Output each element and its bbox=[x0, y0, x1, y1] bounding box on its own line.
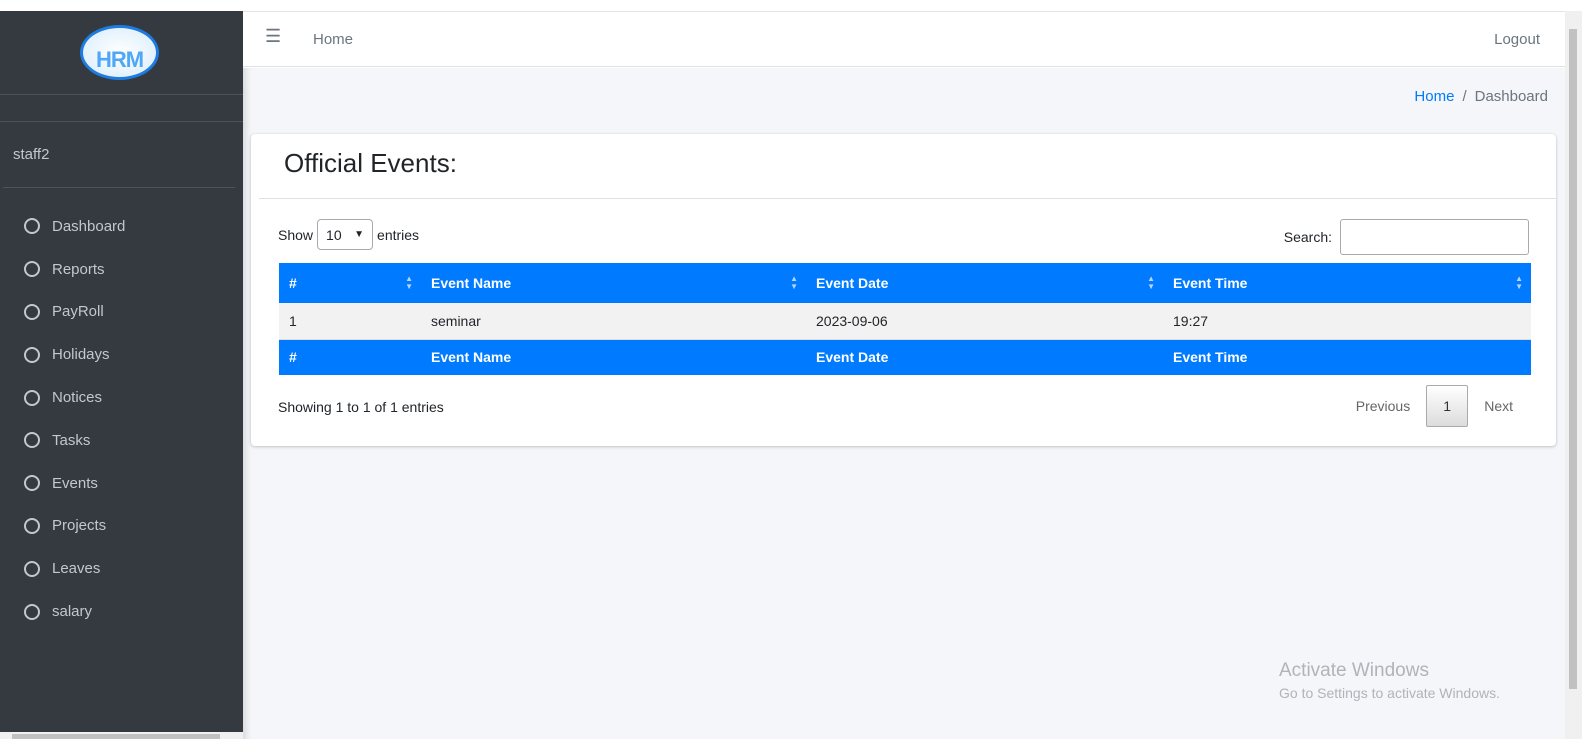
pagination: Previous 1 Next bbox=[1340, 385, 1529, 427]
circle-icon bbox=[24, 517, 40, 534]
table-footer-row: # Event Name Event Date Event Time bbox=[279, 339, 1531, 375]
header-label: # bbox=[289, 275, 297, 291]
column-header-event-name[interactable]: Event Name ▲ ▼ bbox=[421, 263, 806, 303]
footer-event-name: Event Name bbox=[421, 339, 806, 375]
sidebar-nav: Dashboard Reports PayRoll Holidays Notic… bbox=[0, 205, 243, 633]
next-button[interactable]: Next bbox=[1468, 398, 1529, 414]
watermark-title: Activate Windows bbox=[1279, 660, 1429, 681]
page-1-button[interactable]: 1 bbox=[1426, 385, 1469, 427]
column-header-number[interactable]: # ▲ ▼ bbox=[279, 263, 421, 303]
sidebar-item-label: Holidays bbox=[52, 346, 110, 364]
sidebar-item-payroll[interactable]: PayRoll bbox=[0, 291, 243, 334]
cell-number: 1 bbox=[279, 303, 421, 340]
table-row: 1 seminar 2023-09-06 19:27 bbox=[279, 303, 1531, 340]
breadcrumb-separator: / bbox=[1462, 88, 1467, 105]
sidebar-item-label: Notices bbox=[52, 389, 103, 407]
sort-icon: ▲ ▼ bbox=[405, 274, 413, 291]
main-content: Home / Dashboard Official Events: Show 10 ▼… bbox=[243, 68, 1565, 739]
entries-value: 10 bbox=[326, 226, 342, 243]
sidebar-item-label: Reports bbox=[52, 260, 105, 278]
footer-event-time: Event Time bbox=[1163, 339, 1531, 375]
sidebar-item-dashboard[interactable]: Dashboard bbox=[0, 205, 243, 248]
sort-icon: ▲ ▼ bbox=[1147, 274, 1155, 291]
header-label: Event Name bbox=[431, 275, 512, 291]
circle-icon bbox=[24, 560, 40, 577]
circle-icon bbox=[24, 603, 40, 620]
circle-icon bbox=[24, 218, 40, 235]
circle-icon bbox=[24, 389, 40, 406]
circle-icon bbox=[24, 346, 40, 363]
top-navbar: ☰ Home Logout bbox=[243, 11, 1565, 67]
search-input[interactable] bbox=[1340, 219, 1529, 255]
sidebar-item-notices[interactable]: Notices bbox=[0, 376, 243, 419]
table-header-row: # ▲ ▼ Event Name ▲ ▼ Event Date ▲ ▼ Event Time… bbox=[279, 263, 1531, 303]
cell-event-name: seminar bbox=[421, 303, 806, 340]
breadcrumb: Home / Dashboard bbox=[1414, 88, 1548, 105]
sidebar-item-leaves[interactable]: Leaves bbox=[0, 547, 243, 590]
previous-button[interactable]: Previous bbox=[1340, 398, 1426, 414]
sidebar-item-label: Dashboard bbox=[52, 217, 126, 235]
search-box: Search: bbox=[1284, 219, 1529, 255]
column-header-event-time[interactable]: Event Time ▲ ▼ bbox=[1163, 263, 1531, 303]
sort-icon: ▲ ▼ bbox=[790, 274, 798, 291]
header-label: Event Date bbox=[816, 275, 889, 291]
sidebar-item-label: Projects bbox=[52, 517, 107, 535]
cell-event-time: 19:27 bbox=[1163, 303, 1531, 340]
sidebar-item-salary[interactable]: salary bbox=[0, 590, 243, 633]
divider bbox=[0, 94, 243, 95]
sort-icon: ▲ ▼ bbox=[1515, 274, 1523, 291]
events-card: Official Events: Show 10 ▼ entries Search… bbox=[251, 134, 1556, 446]
header-label: Event Time bbox=[1173, 275, 1248, 291]
nav-home-link[interactable]: Home bbox=[313, 31, 353, 48]
watermark-subtitle: Go to Settings to activate Windows. bbox=[1279, 685, 1500, 701]
chevron-down-icon: ▼ bbox=[354, 229, 365, 240]
logo-text: HRM bbox=[95, 47, 144, 72]
sidebar-item-label: PayRoll bbox=[52, 303, 104, 321]
divider bbox=[3, 187, 235, 188]
table-info: Showing 1 to 1 of 1 entries bbox=[278, 399, 444, 415]
sidebar-item-label: Tasks bbox=[52, 431, 91, 449]
logout-link[interactable]: Logout bbox=[1494, 31, 1540, 48]
entries-length: Show 10 ▼ entries bbox=[278, 219, 419, 250]
sidebar-item-label: Events bbox=[52, 474, 98, 492]
entries-label: entries bbox=[377, 226, 420, 243]
footer-number: # bbox=[279, 339, 421, 375]
events-table: # ▲ ▼ Event Name ▲ ▼ Event Date ▲ ▼ Event Time… bbox=[279, 263, 1531, 375]
breadcrumb-current: Dashboard bbox=[1474, 88, 1548, 105]
divider bbox=[259, 198, 1556, 199]
sidebar-item-projects[interactable]: Projects bbox=[0, 505, 243, 548]
scrollbar-thumb[interactable] bbox=[12, 734, 220, 739]
search-label: Search: bbox=[1283, 229, 1332, 245]
sidebar-item-reports[interactable]: Reports bbox=[0, 248, 243, 291]
footer-event-date: Event Date bbox=[806, 339, 1163, 375]
entries-select[interactable]: 10 ▼ bbox=[317, 219, 374, 250]
cell-event-date: 2023-09-06 bbox=[806, 303, 1163, 340]
user-name[interactable]: staff2 bbox=[13, 146, 49, 163]
circle-icon bbox=[24, 261, 40, 278]
sidebar-horizontal-scrollbar[interactable] bbox=[0, 732, 243, 739]
divider bbox=[0, 121, 243, 122]
sidebar-item-tasks[interactable]: Tasks bbox=[0, 419, 243, 462]
vertical-scrollbar[interactable] bbox=[1565, 11, 1582, 739]
circle-icon bbox=[24, 303, 40, 320]
show-label: Show bbox=[278, 226, 314, 243]
sidebar-item-label: salary bbox=[52, 603, 93, 621]
breadcrumb-home[interactable]: Home bbox=[1414, 88, 1454, 105]
circle-icon bbox=[24, 475, 40, 492]
sidebar-item-events[interactable]: Events bbox=[0, 462, 243, 505]
sidebar: HRM staff2 Dashboard Reports PayRoll Hol… bbox=[0, 11, 243, 739]
scrollbar-thumb[interactable] bbox=[1569, 29, 1577, 689]
column-header-event-date[interactable]: Event Date ▲ ▼ bbox=[806, 263, 1163, 303]
hamburger-icon[interactable]: ☰ bbox=[265, 26, 281, 47]
sidebar-item-holidays[interactable]: Holidays bbox=[0, 333, 243, 376]
sidebar-item-label: Leaves bbox=[52, 560, 101, 578]
page-title: Official Events: bbox=[284, 148, 457, 178]
activate-windows-watermark: Activate Windows Go to Settings to activ… bbox=[1279, 660, 1500, 701]
hrm-logo[interactable]: HRM bbox=[80, 25, 159, 80]
circle-icon bbox=[24, 432, 40, 449]
